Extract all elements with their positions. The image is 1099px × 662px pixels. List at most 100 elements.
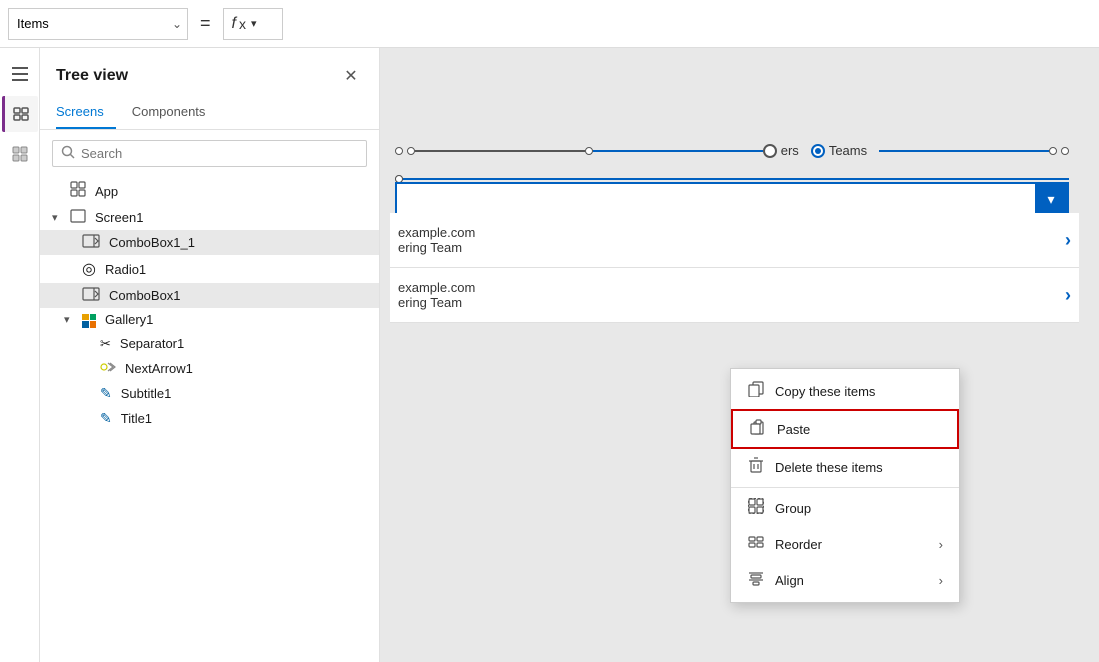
teams-item-1-text: example.com ering Team [398, 225, 475, 255]
dropdown-chevron-icon: ▾ [1047, 191, 1054, 208]
tree-item-label-radio1: Radio1 [105, 262, 146, 277]
copy-icon [747, 381, 765, 401]
hamburger-menu-button[interactable] [2, 56, 38, 92]
selection-handle-m2[interactable] [1049, 147, 1057, 155]
expand-icon-nextarrow1 [82, 362, 96, 374]
tree-item-screen1[interactable]: ▾ Screen1 [40, 205, 379, 230]
tree-item-label-combobox1: ComboBox1 [109, 288, 181, 303]
tree-item-title1[interactable]: ✎ Title1 [40, 406, 379, 431]
context-menu-paste-label: Paste [777, 422, 810, 437]
tree-panel-title: Tree view [56, 67, 128, 85]
tree-list: App ▾ Screen1 [40, 177, 379, 662]
tree-item-subtitle1[interactable]: ✎ Subtitle1 [40, 381, 379, 406]
tab-components[interactable]: Components [132, 96, 218, 129]
reorder-icon [747, 534, 765, 554]
teams-item-2-text: example.com ering Team [398, 280, 475, 310]
fx-icon: f [232, 15, 236, 33]
screen1-icon [70, 209, 86, 226]
selection-handle-m1[interactable] [585, 147, 593, 155]
selection-handle-tr[interactable] [1061, 147, 1069, 155]
tree-item-label-subtitle1: Subtitle1 [121, 386, 172, 401]
tree-item-label-screen1: Screen1 [95, 210, 143, 225]
tab-screens[interactable]: Screens [56, 96, 116, 129]
tree-item-label-title1: Title1 [121, 411, 152, 426]
dropdown-line-top [395, 178, 1069, 180]
fx-bar[interactable]: f x ▾ [223, 8, 283, 40]
paste-icon [749, 419, 767, 439]
tree-item-app[interactable]: App [40, 177, 379, 205]
tree-item-label-gallery1: Gallery1 [105, 312, 153, 327]
canvas-area: ers Teams ▾ [380, 48, 1099, 662]
align-icon [747, 570, 765, 590]
teams-item-1-chevron: › [1065, 230, 1071, 251]
items-select-wrapper: Items [8, 8, 188, 40]
tree-tabs: Screens Components [40, 96, 379, 130]
radio-connector-right [879, 150, 1049, 152]
context-menu-group-label: Group [775, 501, 811, 516]
teams-list: example.com ering Team › example.com eri… [390, 213, 1079, 323]
fx-chevron: ▾ [251, 17, 257, 30]
dropdown-arrow-btn[interactable]: ▾ [1035, 184, 1067, 214]
expand-icon-screen1: ▾ [52, 211, 66, 224]
title1-icon: ✎ [100, 410, 112, 427]
tree-item-combobox1[interactable]: ComboBox1 [40, 283, 379, 308]
context-menu-item-group[interactable]: Group [731, 490, 959, 526]
components-button[interactable] [2, 136, 38, 172]
nextarrow1-icon [100, 360, 116, 377]
expand-icon-gallery1: ▾ [64, 313, 78, 326]
tree-view-button[interactable] [2, 96, 38, 132]
context-menu-delete-label: Delete these items [775, 460, 883, 475]
context-menu-reorder-label: Reorder [775, 537, 822, 552]
expand-icon-combobox1_1 [64, 237, 78, 249]
tree-item-nextarrow1[interactable]: NextArrow1 [40, 356, 379, 381]
context-menu: Copy these items Paste [730, 368, 960, 603]
radio-dot-unselected [763, 144, 777, 158]
tree-item-radio1[interactable]: ◎ Radio1 [40, 255, 379, 283]
radio-dot-selected [811, 144, 825, 158]
toolbar: Items = f x ▾ [0, 0, 1099, 48]
tree-item-gallery1[interactable]: ▾ Gallery1 [40, 308, 379, 332]
radio-connector-mid [593, 150, 763, 152]
context-menu-item-reorder[interactable]: Reorder › [731, 526, 959, 562]
align-submenu-arrow: › [939, 573, 943, 588]
expand-icon-combobox1 [64, 290, 78, 302]
tree-item-label-combobox1_1: ComboBox1_1 [109, 235, 195, 250]
expand-icon-separator1 [82, 338, 96, 350]
tree-item-label-app: App [95, 184, 118, 199]
radio-connector-left [415, 150, 585, 152]
tree-item-label-separator1: Separator1 [120, 336, 184, 351]
equals-symbol: = [196, 13, 215, 34]
combobox1_1-icon [82, 234, 100, 251]
radio1-icon: ◎ [82, 259, 96, 279]
reorder-submenu-arrow: › [939, 537, 943, 552]
expand-icon-subtitle1 [82, 387, 96, 399]
teams-item-1[interactable]: example.com ering Team › [390, 213, 1079, 268]
selection-handle-tl[interactable] [395, 147, 403, 155]
close-tree-panel-button[interactable]: ✕ [339, 64, 363, 88]
tree-item-combobox1_1[interactable]: ComboBox1_1 [40, 230, 379, 255]
tree-panel-header: Tree view ✕ [40, 48, 379, 96]
expand-icon-title1 [82, 412, 96, 424]
expand-icon-radio1 [64, 263, 78, 275]
combobox1-icon [82, 287, 100, 304]
items-select[interactable]: Items [8, 8, 188, 40]
teams-item-2[interactable]: example.com ering Team › [390, 268, 1079, 323]
radio-label-ers: ers [781, 143, 799, 158]
context-menu-item-paste[interactable]: Paste [731, 409, 959, 449]
selection-handle-l[interactable] [407, 147, 415, 155]
context-menu-item-delete[interactable]: Delete these items [731, 449, 959, 485]
teams-item-2-chevron: › [1065, 285, 1071, 306]
sidebar-icons [0, 48, 40, 662]
tree-item-label-nextarrow1: NextArrow1 [125, 361, 193, 376]
context-menu-item-copy[interactable]: Copy these items [731, 373, 959, 409]
subtitle1-icon: ✎ [100, 385, 112, 402]
search-input[interactable] [81, 146, 358, 161]
search-icon [61, 145, 75, 162]
expand-icon-app [52, 185, 66, 197]
tree-item-separator1[interactable]: ✂ Separator1 [40, 332, 379, 356]
context-menu-align-label: Align [775, 573, 804, 588]
dropdown-box[interactable]: ▾ [395, 182, 1069, 216]
group-icon [747, 498, 765, 518]
context-menu-item-align[interactable]: Align › [731, 562, 959, 598]
app-icon [70, 181, 86, 201]
